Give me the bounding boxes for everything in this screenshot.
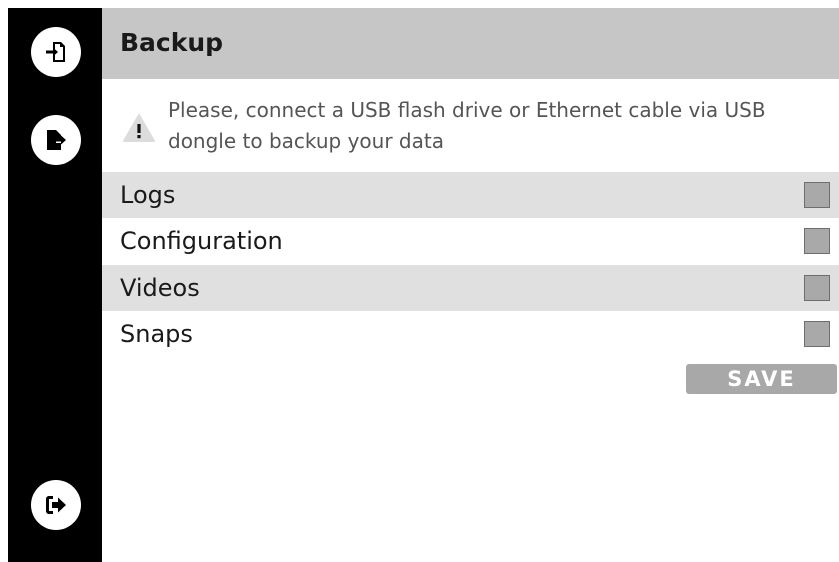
warning-icon [123, 114, 155, 142]
sidebar [8, 8, 102, 562]
page-title: Backup [120, 28, 224, 57]
notice-text: Please, connect a USB flash drive or Eth… [168, 98, 766, 153]
configuration-checkbox[interactable] [804, 228, 830, 254]
sidebar-item-import[interactable] [31, 27, 81, 77]
option-label: Logs [120, 181, 176, 209]
option-label: Configuration [120, 227, 283, 255]
export-icon [47, 130, 66, 150]
usb-notice: Please, connect a USB flash drive or Eth… [102, 79, 839, 172]
option-row-snaps[interactable]: Snaps [102, 311, 839, 357]
option-label: Snaps [120, 320, 193, 348]
main-panel: Backup Please, connect a USB flash drive… [102, 8, 839, 562]
option-row-videos[interactable]: Videos [102, 265, 839, 311]
backup-screen: Backup Please, connect a USB flash drive… [8, 8, 839, 562]
videos-checkbox[interactable] [804, 275, 830, 301]
logout-icon [46, 496, 66, 514]
logs-checkbox[interactable] [804, 182, 830, 208]
sidebar-item-export[interactable] [31, 115, 81, 165]
option-label: Videos [120, 274, 200, 302]
sidebar-item-logout[interactable] [31, 480, 81, 530]
option-row-logs[interactable]: Logs [102, 172, 839, 218]
page-header: Backup [102, 8, 839, 79]
save-button[interactable]: SAVE [686, 364, 837, 394]
import-icon [46, 42, 65, 62]
option-row-configuration[interactable]: Configuration [102, 218, 839, 264]
snaps-checkbox[interactable] [804, 321, 830, 347]
